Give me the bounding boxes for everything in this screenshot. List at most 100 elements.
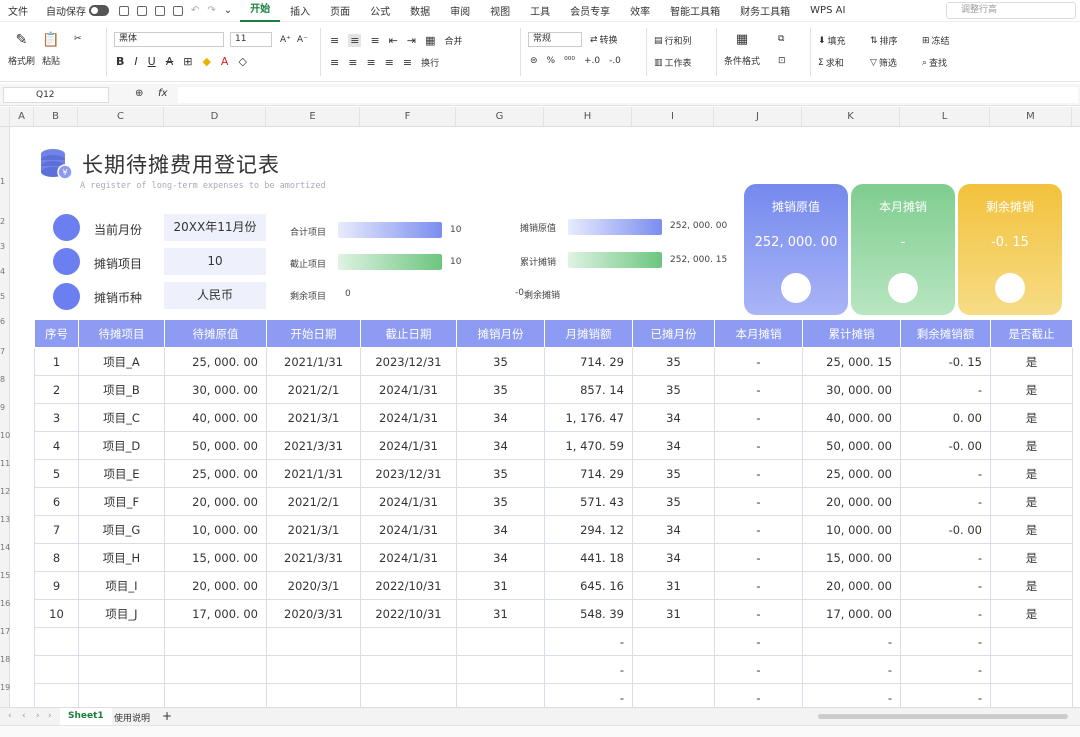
zoom-icon[interactable]: ⊕ bbox=[135, 88, 143, 99]
table-cell[interactable] bbox=[78, 655, 165, 684]
table-cell[interactable]: - bbox=[714, 599, 803, 628]
table-cell[interactable]: -0. 00 bbox=[900, 431, 991, 460]
info-value-items[interactable]: 10 bbox=[164, 248, 266, 275]
sheet-area[interactable]: ¥ 长期待摊费用登记表 A register of long-term expe… bbox=[10, 127, 1080, 707]
prev-sheet-icon[interactable]: ‹ bbox=[22, 711, 26, 721]
row-header[interactable]: 13 bbox=[0, 515, 10, 524]
table-cell[interactable]: 2024/1/31 bbox=[360, 515, 457, 544]
table-cell[interactable]: 34 bbox=[632, 431, 715, 460]
indent-increase-icon[interactable]: ⇥ bbox=[407, 34, 416, 47]
table-cell[interactable]: - bbox=[714, 375, 803, 404]
table-cell[interactable]: 2021/3/31 bbox=[266, 431, 361, 460]
info-value-month[interactable]: 20XX年11月份 bbox=[164, 214, 266, 241]
column-header[interactable]: I bbox=[632, 107, 714, 127]
table-cell[interactable] bbox=[990, 655, 1073, 684]
table-cell[interactable]: 项目_B bbox=[78, 375, 165, 404]
worksheet-button[interactable]: 工作表 bbox=[665, 56, 692, 69]
table-cell[interactable]: 是 bbox=[990, 459, 1073, 488]
filter-button[interactable]: 筛选 bbox=[879, 56, 897, 69]
table-cell[interactable]: 34 bbox=[632, 543, 715, 572]
decrease-decimal-icon[interactable]: -.0 bbox=[609, 56, 621, 66]
table-cell[interactable]: 441. 18 bbox=[544, 543, 633, 572]
table-cell[interactable] bbox=[266, 655, 361, 684]
column-header[interactable]: C bbox=[78, 107, 164, 127]
table-cell[interactable]: 34 bbox=[632, 403, 715, 432]
table-cell[interactable]: 10 bbox=[34, 599, 79, 628]
table-cell[interactable]: 30, 000. 00 bbox=[802, 375, 901, 404]
table-cell[interactable]: 31 bbox=[632, 599, 715, 628]
table-cell[interactable]: 35 bbox=[632, 459, 715, 488]
table-cell[interactable]: 35 bbox=[632, 375, 715, 404]
row-header[interactable]: 8 bbox=[0, 375, 10, 384]
table-cell[interactable]: - bbox=[714, 627, 803, 656]
table-cell[interactable]: - bbox=[900, 459, 991, 488]
table-cell[interactable]: 31 bbox=[456, 571, 545, 600]
align-bottom-icon[interactable]: ≡ bbox=[370, 34, 379, 47]
sum-button[interactable]: 求和 bbox=[826, 56, 844, 69]
name-box[interactable]: Q12 bbox=[3, 87, 109, 103]
table-cell[interactable]: 20, 000. 00 bbox=[802, 571, 901, 600]
table-cell[interactable]: 2024/1/31 bbox=[360, 431, 457, 460]
table-cell[interactable] bbox=[266, 627, 361, 656]
table-cell[interactable]: -0. 15 bbox=[900, 347, 991, 376]
table-cell[interactable]: - bbox=[900, 571, 991, 600]
horizontal-scrollbar[interactable] bbox=[818, 714, 1068, 719]
table-cell[interactable]: 34 bbox=[456, 515, 545, 544]
table-cell[interactable]: 2021/3/31 bbox=[266, 543, 361, 572]
table-cell[interactable]: 15, 000. 00 bbox=[164, 543, 267, 572]
table-cell[interactable]: - bbox=[714, 515, 803, 544]
fill-color-icon[interactable]: ◆ bbox=[202, 55, 210, 68]
menu-tab[interactable]: 智能工具箱 bbox=[660, 3, 730, 18]
table-cell[interactable]: 35 bbox=[456, 459, 545, 488]
currency-icon[interactable]: ⊜ bbox=[530, 56, 538, 66]
table-cell[interactable]: - bbox=[900, 627, 991, 656]
table-cell[interactable]: 是 bbox=[990, 515, 1073, 544]
align-left-icon[interactable]: ≡ bbox=[330, 56, 339, 69]
select-all-corner[interactable] bbox=[0, 107, 10, 127]
table-cell[interactable]: 25, 000. 00 bbox=[164, 347, 267, 376]
row-header[interactable]: 2 bbox=[0, 217, 10, 226]
find-button[interactable]: 查找 bbox=[929, 56, 947, 69]
table-cell[interactable]: 2020/3/31 bbox=[266, 599, 361, 628]
underline-icon[interactable]: U bbox=[148, 55, 156, 68]
cell-style-icon[interactable]: ⧉ bbox=[778, 34, 784, 44]
table-cell[interactable]: 35 bbox=[456, 487, 545, 516]
align-middle-icon[interactable]: ≡ bbox=[348, 34, 362, 47]
table-cell[interactable]: 571. 43 bbox=[544, 487, 633, 516]
table-cell[interactable] bbox=[164, 627, 267, 656]
print-preview-icon[interactable] bbox=[173, 5, 183, 16]
table-cell[interactable]: 20, 000. 00 bbox=[164, 571, 267, 600]
table-cell[interactable]: 是 bbox=[990, 375, 1073, 404]
table-cell[interactable]: - bbox=[802, 627, 901, 656]
table-cell[interactable]: 34 bbox=[456, 403, 545, 432]
first-sheet-icon[interactable]: ‹ bbox=[8, 711, 12, 721]
table-cell[interactable]: 是 bbox=[990, 347, 1073, 376]
table-cell[interactable]: 2020/3/1 bbox=[266, 571, 361, 600]
table-cell[interactable]: 是 bbox=[990, 431, 1073, 460]
table-cell[interactable]: 项目_I bbox=[78, 571, 165, 600]
border-icon[interactable]: ⊞ bbox=[183, 55, 192, 68]
table-cell[interactable]: 17, 000. 00 bbox=[802, 599, 901, 628]
table-cell[interactable]: 31 bbox=[456, 599, 545, 628]
align-center-icon[interactable]: ≡ bbox=[348, 56, 357, 69]
table-cell[interactable]: 645. 16 bbox=[544, 571, 633, 600]
row-header[interactable]: 14 bbox=[0, 543, 10, 552]
table-cell[interactable]: 项目_A bbox=[78, 347, 165, 376]
menu-tab[interactable]: 会员专享 bbox=[560, 3, 620, 18]
table-cell[interactable]: 2021/2/1 bbox=[266, 375, 361, 404]
row-header[interactable]: 7 bbox=[0, 347, 10, 356]
table-cell[interactable]: - bbox=[714, 403, 803, 432]
table-cell[interactable]: 50, 000. 00 bbox=[164, 431, 267, 460]
table-cell[interactable] bbox=[990, 627, 1073, 656]
table-cell[interactable]: 2021/1/31 bbox=[266, 459, 361, 488]
decrease-font-icon[interactable]: A⁻ bbox=[297, 35, 308, 45]
row-header[interactable]: 15 bbox=[0, 571, 10, 580]
table-cell[interactable] bbox=[34, 627, 79, 656]
more-chevron-icon[interactable]: ⌄ bbox=[224, 5, 232, 16]
table-cell[interactable] bbox=[78, 683, 165, 707]
column-header[interactable]: H bbox=[544, 107, 632, 127]
table-cell[interactable]: - bbox=[714, 655, 803, 684]
table-cell[interactable]: 项目_F bbox=[78, 487, 165, 516]
table-cell[interactable]: 1 bbox=[34, 347, 79, 376]
table-cell[interactable] bbox=[360, 627, 457, 656]
